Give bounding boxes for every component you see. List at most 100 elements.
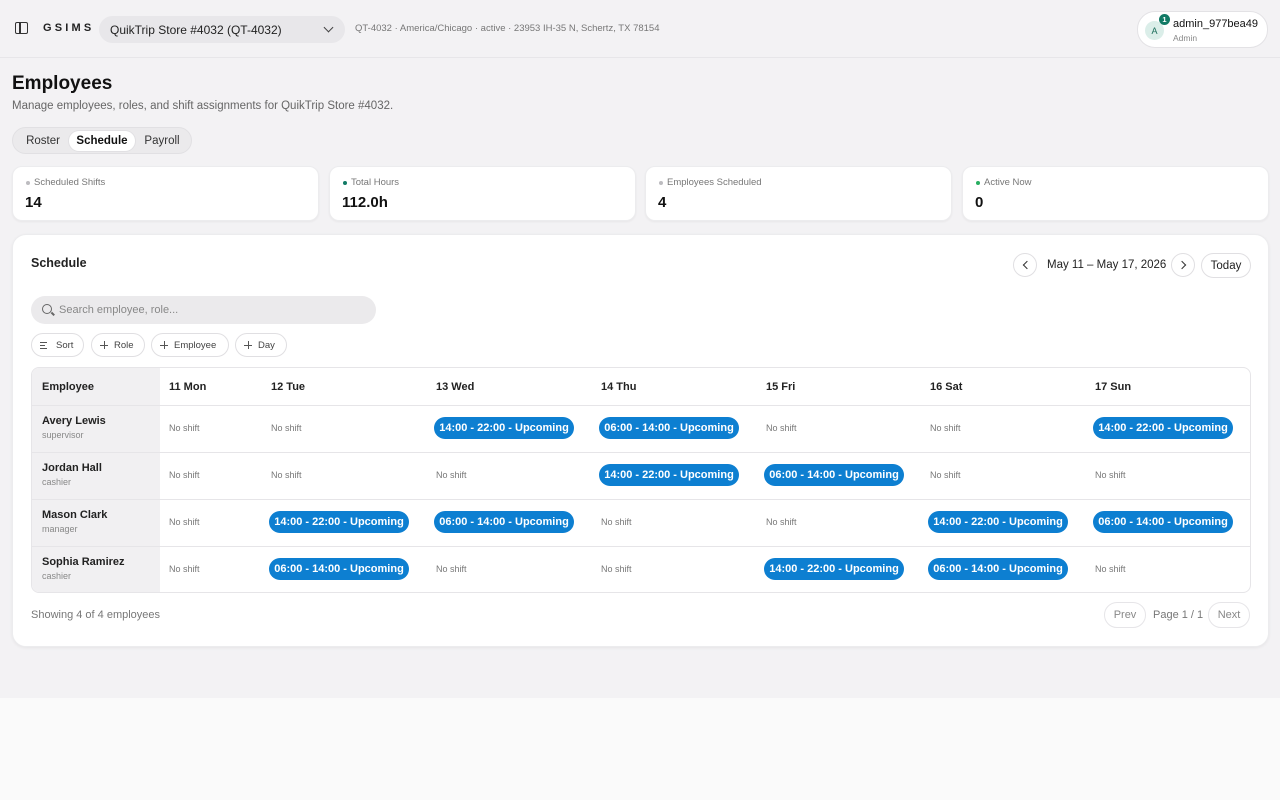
shift-pill[interactable]: 06:00 - 14:00 - Upcoming [269,558,409,580]
row-divider [32,452,1250,453]
row-divider [32,405,1250,406]
tab-payroll[interactable]: Payroll [136,131,188,151]
column-header-day: 15 Fri [766,380,796,393]
top-bar: GSIMS QuikTrip Store #4032 (QT-4032) QT-… [0,0,1280,58]
user-name: admin_977bea49 [1173,18,1259,30]
search-icon [42,304,52,314]
store-meta: QT-4032 · America/Chicago · active · 239… [355,23,660,34]
tab-roster[interactable]: Roster [17,131,69,151]
schedule-title: Schedule [31,256,87,270]
empty-shift-cell[interactable]: No shift [169,470,200,480]
column-header-day: 16 Sat [930,380,963,393]
add-day-filter-button[interactable]: Day [235,333,287,357]
stat-value: 4 [658,194,667,211]
page-subtitle: Manage employees, roles, and shift assig… [12,100,394,112]
empty-shift-cell[interactable]: No shift [601,517,632,527]
schedule-card: Schedule May 11 – May 17, 2026 Today Sor… [12,234,1269,647]
stat-value: 112.0h [342,194,388,211]
stat-value: 0 [975,194,984,211]
empty-shift-cell[interactable]: No shift [436,470,467,480]
empty-shift-cell[interactable]: No shift [766,517,797,527]
chevron-left-icon [1022,260,1032,270]
employee-name: Jordan Hall [42,462,102,474]
empty-shift-cell[interactable]: No shift [436,564,467,574]
stat-value: 14 [25,194,42,211]
stat-card-total-hours: Total Hours 112.0h [329,166,636,221]
empty-shift-cell[interactable]: No shift [766,423,797,433]
shift-pill[interactable]: 14:00 - 22:00 - Upcoming [269,511,409,533]
shift-pill[interactable]: 14:00 - 22:00 - Upcoming [1093,417,1233,439]
role-filter-label: Role [114,339,134,351]
sidebar-toggle-icon[interactable] [15,22,28,34]
prev-page-button[interactable]: Prev [1104,602,1146,628]
chevron-right-icon [1177,260,1187,270]
plus-icon [160,341,168,349]
add-employee-filter-button[interactable]: Employee [151,333,229,357]
empty-shift-cell[interactable]: No shift [930,423,961,433]
plus-icon [100,341,108,349]
search-box [31,296,376,324]
status-dot [343,181,347,185]
shift-pill[interactable]: 14:00 - 22:00 - Upcoming [928,511,1068,533]
empty-shift-cell[interactable]: No shift [169,423,200,433]
shift-pill[interactable]: 14:00 - 22:00 - Upcoming [599,464,739,486]
row-divider [32,499,1250,500]
page-bottom-background [0,698,1280,800]
column-header-employee: Employee [42,380,94,393]
user-role: Admin [1173,33,1198,43]
row-divider [32,546,1250,547]
search-input[interactable] [59,300,359,320]
stat-label: Employees Scheduled [667,177,762,188]
plus-icon [244,341,252,349]
shift-pill[interactable]: 06:00 - 14:00 - Upcoming [1093,511,1233,533]
employee-role: manager [42,524,78,534]
schedule-table: Employee 11 Mon 12 Tue 13 Wed 14 Thu 15 Fri 16… [31,367,1251,593]
store-selector-value: QuikTrip Store #4032 (QT-4032) [110,22,282,37]
stat-label: Active Now [984,177,1032,188]
stat-card-scheduled-shifts: Scheduled Shifts 14 [12,166,319,221]
empty-shift-cell[interactable]: No shift [1095,470,1126,480]
column-header-day: 13 Wed [436,380,475,393]
stat-label: Total Hours [351,177,400,188]
page-title: Employees [12,73,113,94]
sort-button[interactable]: Sort [31,333,84,357]
store-selector[interactable]: QuikTrip Store #4032 (QT-4032) [99,16,345,43]
user-menu[interactable]: A 1 admin_977bea49 Admin [1137,11,1268,48]
empty-shift-cell[interactable]: No shift [1095,564,1126,574]
shift-pill[interactable]: 06:00 - 14:00 - Upcoming [764,464,904,486]
shift-pill[interactable]: 06:00 - 14:00 - Upcoming [434,511,574,533]
shift-pill[interactable]: 06:00 - 14:00 - Upcoming [928,558,1068,580]
next-page-button[interactable]: Next [1208,602,1250,628]
sort-icon [40,341,50,350]
empty-shift-cell[interactable]: No shift [169,564,200,574]
column-header-day: 17 Sun [1095,380,1132,393]
date-range: May 11 – May 17, 2026 [1047,259,1167,271]
shift-pill[interactable]: 14:00 - 22:00 - Upcoming [434,417,574,439]
empty-shift-cell[interactable]: No shift [930,470,961,480]
chevron-down-icon [323,22,334,33]
status-dot [26,181,30,185]
add-role-filter-button[interactable]: Role [91,333,145,357]
empty-shift-cell[interactable]: No shift [169,517,200,527]
empty-shift-cell[interactable]: No shift [271,470,302,480]
tab-bar: Roster Schedule Payroll [12,127,192,154]
prev-week-button[interactable] [1013,253,1037,277]
sort-label: Sort [56,339,74,351]
status-dot [976,181,980,185]
day-filter-label: Day [258,339,275,351]
employee-name: Avery Lewis [42,415,106,427]
shift-pill[interactable]: 14:00 - 22:00 - Upcoming [764,558,904,580]
shift-pill[interactable]: 06:00 - 14:00 - Upcoming [599,417,739,439]
employee-name: Mason Clark [42,509,108,521]
notification-badge: 1 [1159,14,1170,25]
today-button[interactable]: Today [1201,253,1251,278]
tab-schedule[interactable]: Schedule [69,131,135,151]
empty-shift-cell[interactable]: No shift [601,564,632,574]
employee-role: cashier [42,477,72,487]
stat-label: Scheduled Shifts [34,177,106,188]
employee-role: cashier [42,571,72,581]
page-indicator: Page 1 / 1 [1153,609,1204,621]
empty-shift-cell[interactable]: No shift [271,423,302,433]
stat-card-employees-scheduled: Employees Scheduled 4 [645,166,952,221]
next-week-button[interactable] [1171,253,1195,277]
